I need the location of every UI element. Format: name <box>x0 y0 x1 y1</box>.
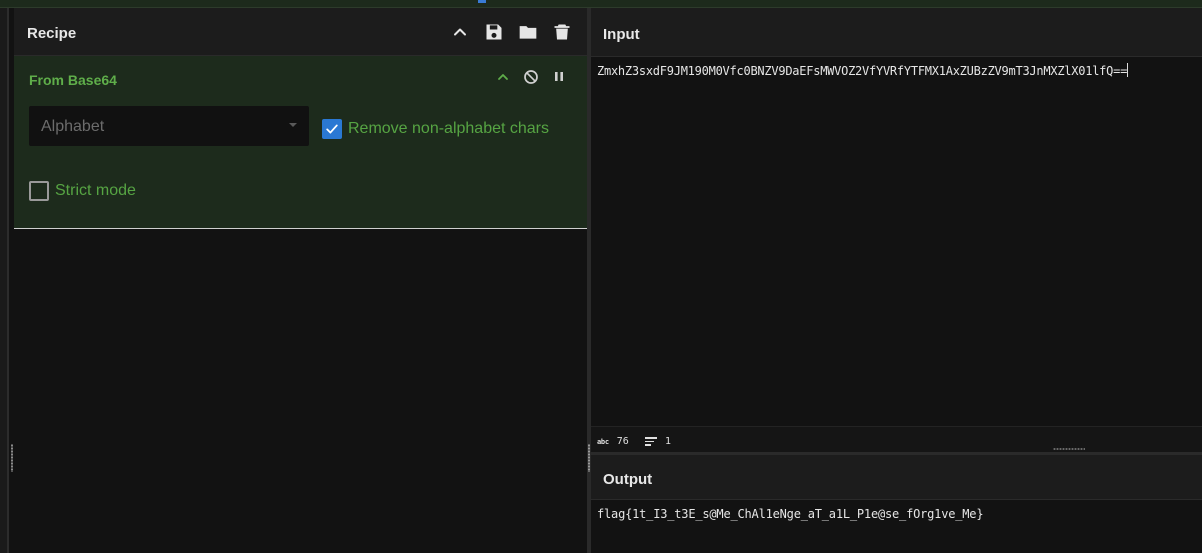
disable-icon[interactable] <box>523 69 539 85</box>
pause-icon[interactable] <box>551 69 567 85</box>
input-textarea[interactable]: ZmxhZ3sxdF9JM190M0Vfc0BNZV9DaEFsMWVOZ2Vf… <box>597 63 1129 78</box>
checkbox-checked-icon[interactable] <box>322 119 342 139</box>
dropdown-caret-icon <box>289 123 297 127</box>
output-header: Output <box>591 455 1202 500</box>
strict-mode-checkbox[interactable]: Strict mode <box>29 181 136 201</box>
folder-icon[interactable] <box>517 21 539 43</box>
vertical-resize-handle[interactable] <box>11 444 13 472</box>
operation-from-base64[interactable]: From Base64 Alphabet Remove non-alphabet… <box>14 56 587 229</box>
recipe-header: Recipe <box>14 8 587 56</box>
output-pane: Output flag{1t_I3_t3E_s@Me_ChAl1eNge_aT_… <box>591 452 1202 553</box>
remove-non-alphabet-label: Remove non-alphabet chars <box>348 120 550 137</box>
text-cursor <box>1127 63 1129 77</box>
top-bar-accent <box>478 0 486 3</box>
output-text[interactable]: flag{1t_I3_t3E_s@Me_ChAl1eNge_aT_a1L_P1e… <box>597 507 984 521</box>
chevron-up-icon[interactable] <box>449 21 471 43</box>
trash-icon[interactable] <box>551 21 573 43</box>
input-length-value: 76 <box>616 436 629 447</box>
input-lines-stat: 1 <box>645 436 671 447</box>
abc-icon: abc <box>597 437 609 446</box>
left-gutter <box>0 8 14 553</box>
input-title: Input <box>603 26 640 43</box>
lines-icon <box>645 437 657 446</box>
input-status-bar: abc 76 1 <box>591 426 1202 452</box>
top-bar <box>0 0 1202 8</box>
horizontal-resize-handle[interactable] <box>1053 448 1085 450</box>
save-icon[interactable] <box>483 21 505 43</box>
checkbox-unchecked-icon[interactable] <box>29 181 49 201</box>
input-text-content: ZmxhZ3sxdF9JM190M0Vfc0BNZV9DaEFsMWVOZ2Vf… <box>597 64 1128 78</box>
recipe-header-controls <box>449 21 573 43</box>
operations-pane-edge <box>0 8 9 553</box>
strict-mode-label: Strict mode <box>55 182 136 199</box>
recipe-title: Recipe <box>27 25 77 42</box>
input-header: Input <box>591 8 1202 57</box>
operation-controls <box>495 69 567 85</box>
operation-title: From Base64 <box>29 72 117 88</box>
alphabet-select-label: Alphabet <box>41 118 105 135</box>
alphabet-select[interactable]: Alphabet <box>29 106 309 146</box>
output-title: Output <box>603 471 653 488</box>
remove-non-alphabet-checkbox[interactable]: Remove non-alphabet chars <box>322 119 549 139</box>
input-pane: Input ZmxhZ3sxdF9JM190M0Vfc0BNZV9DaEFsMW… <box>591 8 1202 452</box>
divider-grip[interactable] <box>588 444 590 472</box>
recipe-pane: Recipe From Base64 Alphabet Remove non-a… <box>14 8 587 553</box>
chevron-up-icon[interactable] <box>495 69 511 85</box>
input-length-stat: abc 76 <box>597 436 629 447</box>
input-lines-value: 1 <box>665 436 672 447</box>
